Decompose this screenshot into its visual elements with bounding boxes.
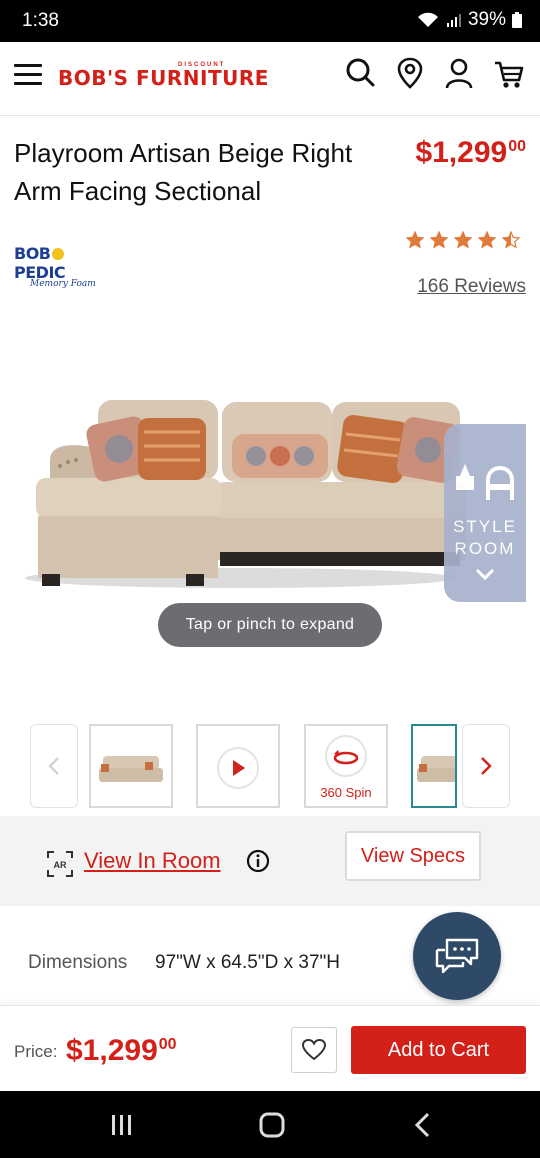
rating-stars[interactable] <box>406 231 520 249</box>
site-header: DISCOUNT BOB'S FURNITURE <box>0 42 540 116</box>
chair-lamp-icon <box>456 464 514 500</box>
lamp <box>460 464 470 476</box>
style-room-label: STYLE ROOM <box>444 516 526 560</box>
chaise-leg <box>186 574 204 586</box>
chaise-base <box>38 516 218 578</box>
style-room-label-line: ROOM <box>454 539 516 558</box>
sofa-base-shadow <box>220 552 460 566</box>
home-icon[interactable] <box>256 1109 288 1141</box>
brand-logo-bobopedic[interactable]: BOBPEDIC Memory Foam <box>14 244 114 289</box>
view-specs-button[interactable]: View Specs <box>345 831 481 881</box>
wifi-icon <box>417 12 438 27</box>
chevron-right-icon <box>481 757 492 775</box>
logo-text: BOB'S FURNITURE <box>58 66 269 90</box>
star-full-icon <box>406 231 424 249</box>
thumbnail-photo[interactable] <box>89 724 173 808</box>
brand-name: BOBPEDIC <box>14 244 114 282</box>
pillow-pattern <box>270 446 290 466</box>
menu-icon-bar <box>14 82 42 85</box>
pillow-striped <box>138 418 206 480</box>
thumbnail-strip: 360 Spin <box>0 722 540 810</box>
thumbnail-video[interactable] <box>196 724 280 808</box>
chat-button[interactable] <box>413 912 501 1000</box>
chair-seat <box>486 484 514 490</box>
heart-icon <box>301 1038 327 1061</box>
nailhead <box>58 464 62 468</box>
footer-price: $1,29900 <box>66 1034 177 1068</box>
chaise-seat <box>36 478 221 518</box>
brand-tagline: Memory Foam <box>30 279 96 289</box>
thumbnail-caption: 360 Spin <box>320 785 372 800</box>
thumbnail-360-spin[interactable]: 360 Spin <box>304 724 388 808</box>
battery-percent: 39% <box>467 9 506 30</box>
spin-360-icon <box>325 735 367 777</box>
status-bar: 1:38 39% <box>0 0 540 42</box>
product-price: $1,29900 <box>415 136 526 170</box>
sofa-thumbnail-icon <box>99 756 163 782</box>
view-options-bar: AR View In Room View Specs <box>0 816 540 906</box>
star-full-icon <box>454 231 472 249</box>
moon-icon <box>51 248 64 260</box>
brand-name-left: BOB <box>14 244 51 263</box>
chaise-leg <box>42 574 60 586</box>
site-logo[interactable]: DISCOUNT BOB'S FURNITURE <box>58 62 268 96</box>
back-icon[interactable] <box>408 1109 440 1141</box>
seat <box>216 482 466 520</box>
ar-badge: AR <box>54 860 67 870</box>
pillow-pattern <box>246 446 266 466</box>
nailhead <box>74 458 78 462</box>
pillow-pattern <box>294 446 314 466</box>
sticky-purchase-bar: Price: $1,29900 Add to Cart <box>0 1005 540 1091</box>
thumbnail-photo-active[interactable] <box>411 724 457 808</box>
style-room-label-line: STYLE <box>453 517 517 536</box>
thumb-prev-button[interactable] <box>30 724 78 808</box>
menu-button[interactable] <box>14 64 42 86</box>
product-title: Playroom Artisan Beige Right Arm Facing … <box>14 138 353 206</box>
star-full-icon <box>478 231 496 249</box>
status-time: 1:38 <box>22 10 59 31</box>
star-half-icon <box>502 231 520 249</box>
chevron-down-icon <box>475 568 495 581</box>
dimensions-value: 97"W x 64.5"D x 37"H <box>155 952 340 973</box>
star-full-icon <box>430 231 448 249</box>
price-dollars: $1,299 <box>415 136 508 169</box>
chat-bubbles-icon <box>435 938 479 974</box>
battery-icon <box>512 12 522 28</box>
play-icon <box>217 747 259 789</box>
view-in-room-link[interactable]: View In Room <box>84 848 221 874</box>
expand-hint: Tap or pinch to expand <box>158 603 382 647</box>
style-room-button[interactable]: STYLE ROOM <box>444 424 526 602</box>
signal-icon <box>446 14 461 27</box>
dimensions-label: Dimensions <box>28 952 128 973</box>
menu-icon-bar <box>14 73 42 76</box>
price-dollars: $1,299 <box>66 1034 158 1067</box>
ar-icon: AR <box>47 851 73 877</box>
price-label: Price: <box>14 1042 58 1061</box>
price-cents: 00 <box>508 138 526 155</box>
nailhead <box>66 460 70 464</box>
wishlist-button[interactable] <box>291 1027 337 1073</box>
sofa-thumbnail-icon <box>417 756 455 782</box>
chevron-left-icon <box>48 757 59 775</box>
thumb-next-button[interactable] <box>462 724 510 808</box>
system-nav-bar <box>0 1091 540 1158</box>
pillow-pattern <box>415 437 441 463</box>
menu-icon-bar <box>14 64 42 67</box>
info-icon[interactable] <box>246 849 270 873</box>
status-icons: 39% <box>416 9 522 31</box>
add-to-cart-button[interactable]: Add to Cart <box>351 1026 526 1074</box>
location-pin-icon[interactable] <box>393 56 427 90</box>
recent-apps-icon[interactable] <box>106 1109 138 1141</box>
cart-icon[interactable] <box>493 60 525 90</box>
reviews-link[interactable]: 166 Reviews <box>417 276 526 298</box>
price-cents: 00 <box>158 1036 177 1053</box>
search-icon[interactable] <box>344 56 378 90</box>
side-table <box>456 476 474 490</box>
account-icon[interactable] <box>442 56 476 90</box>
pillow-pattern <box>105 435 133 463</box>
